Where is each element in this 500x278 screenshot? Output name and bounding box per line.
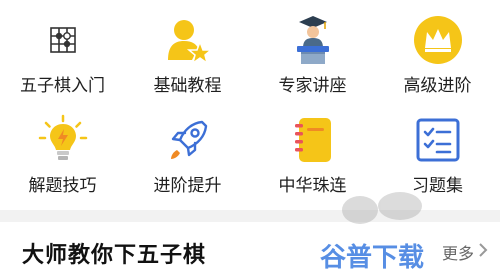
- section-divider: [0, 210, 500, 222]
- menu-item-expert-lecture[interactable]: 专家讲座: [250, 8, 375, 108]
- menu-item-label: 五子棋入门: [20, 76, 105, 96]
- board-grid-icon: [35, 12, 91, 68]
- notebook-icon: [285, 112, 341, 168]
- menu-item-basic-tutorial[interactable]: 基础教程: [125, 8, 250, 108]
- person-star-icon: [160, 12, 216, 68]
- menu-item-label: 中华珠连: [278, 176, 347, 196]
- checklist-icon: [410, 112, 466, 168]
- menu-item-label: 解题技巧: [28, 176, 97, 196]
- menu-item-label: 习题集: [412, 176, 463, 196]
- menu-item-label: 基础教程: [153, 76, 222, 96]
- lightbulb-icon: [35, 112, 91, 168]
- menu-item-label: 高级进阶: [403, 76, 472, 96]
- rocket-icon: [160, 112, 216, 168]
- crown-icon: [410, 12, 466, 68]
- menu-item-zhonghua-zhulian[interactable]: 中华珠连: [250, 108, 375, 208]
- more-label: 更多: [441, 244, 474, 263]
- menu-item-label: 专家讲座: [278, 76, 347, 96]
- more-link[interactable]: 更多: [442, 240, 488, 264]
- section-title: 大师教你下五子棋: [22, 243, 207, 268]
- menu-item-exercise-set[interactable]: 习题集: [375, 108, 500, 208]
- menu-item-gomoku-intro[interactable]: 五子棋入门: [0, 8, 125, 108]
- svg-text:谷普下载: 谷普下载: [320, 242, 424, 273]
- menu-item-solving-tips[interactable]: 解题技巧: [0, 108, 125, 208]
- menu-item-label: 进阶提升: [153, 176, 222, 196]
- lecture-podium-icon: [285, 12, 341, 68]
- menu-item-advance-improve[interactable]: 进阶提升: [125, 108, 250, 208]
- menu-item-advanced[interactable]: 高级进阶: [375, 8, 500, 108]
- chevron-right-icon: [478, 242, 488, 262]
